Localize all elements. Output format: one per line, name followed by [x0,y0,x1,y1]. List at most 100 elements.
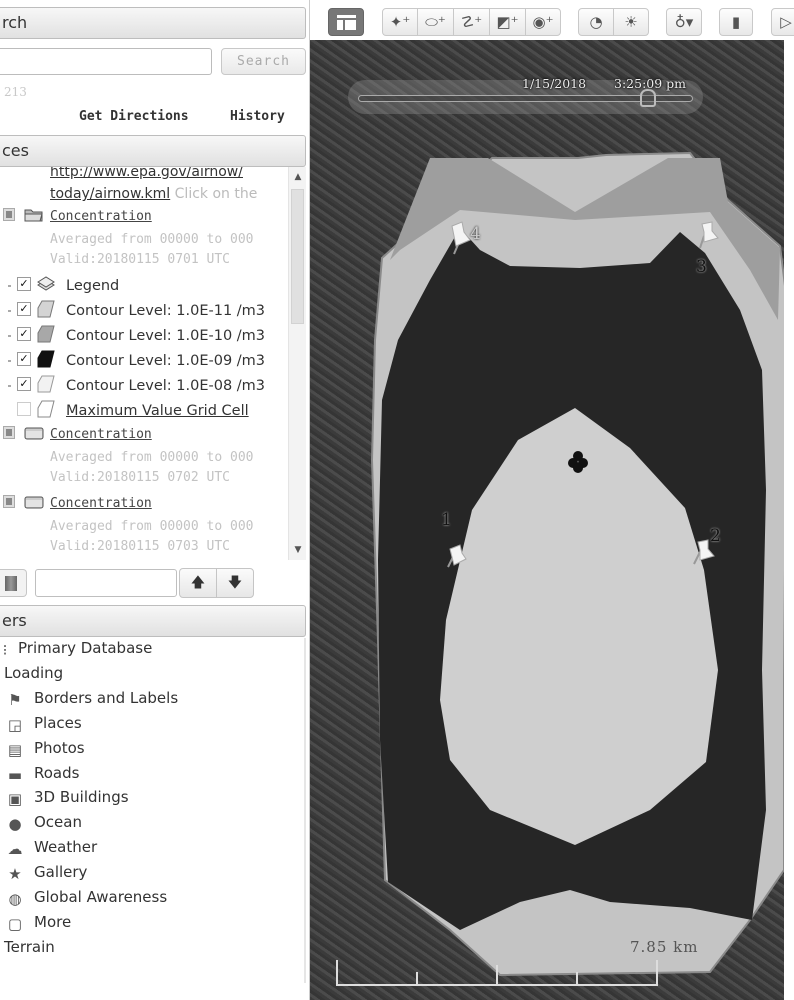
sunrise-icon: ☀ [624,13,638,31]
expand-toggle[interactable] [3,426,15,439]
polygon-mid-gray-icon [37,325,55,343]
layer-label: Contour Level: 1.0E-09 /m3 [66,353,266,369]
time-slider-time: 3:25:09 pm [614,76,687,91]
layer-item-label: Terrain [4,937,55,956]
move-down-button[interactable]: 🡇 [216,568,254,598]
layer-item-borders-and-labels[interactable]: ⚑ Borders and Labels [0,688,300,712]
add-image-overlay-icon: ◩⁺ [496,13,519,31]
places-panel-toggle-button[interactable] [0,569,27,597]
layer-item-roads[interactable]: ▬ Roads [0,763,300,787]
kml-url-description: Click on the [170,186,258,202]
record-tour-button[interactable]: ◉⁺ [525,8,561,36]
folder-valid-time: Valid:20180115 0703 UTC [50,535,230,557]
scroll-up-icon[interactable]: ▲ [289,169,306,185]
scroll-down-icon[interactable]: ▼ [289,542,306,558]
layers-panel-header[interactable]: ers [0,605,306,637]
sidebar: rch Search 213 Get Directions History ce… [0,0,310,1000]
historical-imagery-button[interactable]: ◔ [578,8,614,36]
add-image-overlay-button[interactable]: ◩⁺ [489,8,526,36]
layer-item-loading[interactable]: Loading [0,663,300,687]
layer-label[interactable]: Maximum Value Grid Cell [66,403,249,419]
history-tab[interactable]: History [230,109,285,124]
tree-dot [8,310,11,312]
contour-1e-08-checkbox[interactable]: ✓ [17,377,31,391]
add-placemark-button[interactable]: ✦⁺ [382,8,418,36]
layer-item-weather[interactable]: ☁ Weather [0,837,300,861]
places-icon: ◲ [7,715,23,734]
expand-toggle[interactable] [3,208,15,221]
search-panel-header[interactable]: rch [0,7,306,39]
places-header-label: ces [2,141,29,160]
map-toolbar: ✦⁺ ⬭⁺ ☡⁺ ◩⁺ ◉⁺ ◔ ☀ ♁▾ ▮ ▷ [310,0,794,40]
layer-contour-1e-09[interactable]: Contour Level: 1.0E-09 /m3 [66,350,265,372]
layer-item-global-awareness[interactable]: ◍ Global Awareness [0,887,300,911]
places-panel-header[interactable]: ces [0,135,306,167]
legend-checkbox[interactable]: ✓ [17,277,31,291]
add-placemark-icon: ✦⁺ [389,13,411,31]
ruler-button[interactable]: ▮ [719,8,753,36]
map-right-border [784,40,794,1000]
get-directions-tab[interactable]: Get Directions [79,109,189,124]
map-view[interactable]: 1/15/2018 3:25:09 pm 1 2 3 4 7.85 km [310,40,794,1000]
layer-item-primary-database[interactable]: ⁝ Primary Database [0,638,300,662]
layer-contour-1e-10[interactable]: Contour Level: 1.0E-10 /m3 [66,325,265,347]
time-slider-handle[interactable] [639,89,656,107]
folder-concentration-1[interactable]: Concentration [50,205,152,227]
layer-item-gallery[interactable]: ★ Gallery [0,862,300,886]
folder-label[interactable]: Concentration [50,427,152,442]
arrow-down-icon: 🡇 [227,575,243,591]
flag-icon: ⚑ [8,690,22,709]
toggle-sidebar-button[interactable] [328,8,364,36]
marker-label-4: 4 [470,224,481,244]
places-filter-input[interactable] [35,569,177,597]
roads-icon: ▬ [7,765,23,784]
kml-url-link-cont[interactable]: today/airnow.kml [50,186,170,202]
scale-label: 7.85 km [630,938,699,956]
kml-source-url-line1[interactable]: http://www.epa.gov/airnow/ [50,167,243,183]
layer-item-photos[interactable]: ▤ Photos [0,738,300,762]
folder-valid-time: Valid:20180115 0702 UTC [50,466,230,488]
layer-item-more[interactable]: ▢ More [0,912,300,936]
layer-legend[interactable]: Legend [66,275,119,297]
places-scrollbar[interactable]: ▲ ▼ [288,167,306,560]
search-button[interactable]: Search [221,48,306,75]
kml-url-link[interactable]: http://www.epa.gov/airnow/ [50,167,243,180]
polygon-white-icon [37,375,55,393]
folder-concentration-3[interactable]: Concentration [50,492,152,514]
layer-item-terrain[interactable]: Terrain [0,937,300,961]
layer-label: Legend [66,278,120,294]
scrollbar-thumb[interactable] [291,189,304,324]
folder-label[interactable]: Concentration [50,209,152,224]
max-grid-cell-checkbox[interactable] [17,402,31,416]
marker-label-2: 2 [710,526,721,546]
layer-item-label: Photos [34,738,85,757]
folder-icon [24,427,44,440]
email-button[interactable]: ▷ [771,8,794,36]
layer-label: Contour Level: 1.0E-08 /m3 [66,378,266,394]
move-up-button[interactable]: 🡅 [179,568,217,598]
layer-item-places[interactable]: ◲ Places [0,713,300,737]
contour-1e-11-checkbox[interactable]: ✓ [17,302,31,316]
layer-contour-1e-11[interactable]: Contour Level: 1.0E-11 /m3 [66,300,265,322]
layer-contour-1e-08[interactable]: Contour Level: 1.0E-08 /m3 [66,375,265,397]
contour-1e-10-checkbox[interactable]: ✓ [17,327,31,341]
folder-description: Averaged from 00000 to 000 [50,446,254,468]
folder-concentration-2[interactable]: Concentration [50,423,152,445]
polygon-black-icon [37,350,55,368]
layer-item-3d-buildings[interactable]: ▣ 3D Buildings [0,787,300,811]
sunlight-button[interactable]: ☀ [613,8,649,36]
add-polygon-button[interactable]: ⬭⁺ [417,8,454,36]
search-input[interactable] [0,48,212,75]
expand-toggle[interactable] [3,495,15,508]
ruler-icon: ▮ [731,13,741,31]
search-hint: 213 [4,85,27,99]
layer-max-grid-cell[interactable]: Maximum Value Grid Cell [66,400,249,422]
add-path-button[interactable]: ☡⁺ [453,8,490,36]
switch-planet-button[interactable]: ♁▾ [666,8,702,36]
valid-time-line: Valid:20180115 0702 UTC [50,470,231,485]
folder-label[interactable]: Concentration [50,496,152,511]
add-polygon-icon: ⬭⁺ [425,13,446,31]
record-tour-icon: ◉⁺ [532,13,554,31]
contour-1e-09-checkbox[interactable]: ✓ [17,352,31,366]
layer-item-ocean[interactable]: ● Ocean [0,812,300,836]
